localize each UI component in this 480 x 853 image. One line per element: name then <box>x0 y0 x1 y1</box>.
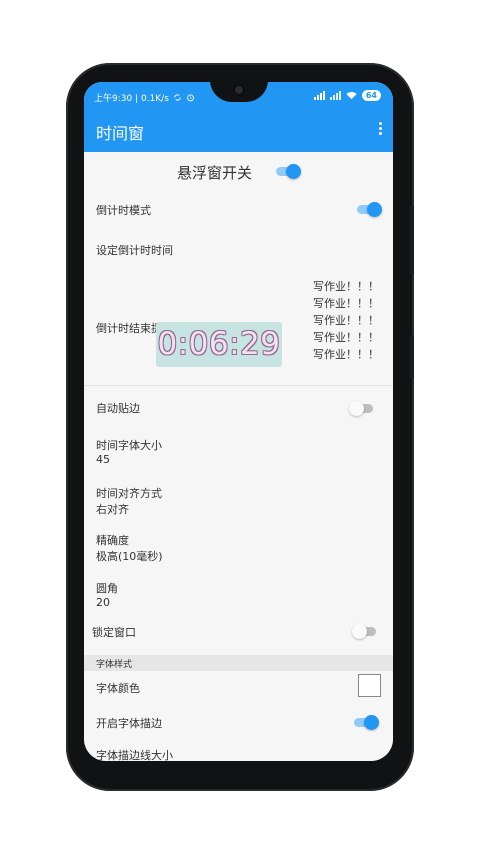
settings-list: 悬浮窗开关 倒计时模式 设定倒计时时间 倒计时结束提示 自动贴边 时间字体大小 … <box>84 152 393 761</box>
precision-label[interactable]: 精确度 <box>96 532 129 548</box>
status-right: 64 <box>313 90 381 101</box>
camera-icon <box>233 84 245 96</box>
battery-icon: 64 <box>361 90 381 101</box>
tip-line: 写作业！！！ <box>313 280 379 293</box>
set-countdown-time-item[interactable]: 设定倒计时时间 <box>96 242 173 258</box>
font-color-swatch[interactable] <box>358 674 381 697</box>
font-size-value: 45 <box>96 453 110 466</box>
tip-line: 写作业！！！ <box>313 348 379 361</box>
front-camera-notch <box>210 82 268 102</box>
countdown-mode-switch[interactable] <box>355 202 382 217</box>
font-color-label: 字体颜色 <box>96 682 140 695</box>
countdown-end-tip-text: 写作业！！！ 写作业！！！ 写作业！！！ 写作业！！！ 写作业！！！ <box>313 278 379 363</box>
app-toolbar: 时间窗 <box>84 110 393 152</box>
tip-line: 写作业！！！ <box>313 331 379 344</box>
auto-snap-switch[interactable] <box>349 401 375 416</box>
power-button <box>410 335 414 379</box>
wifi-icon <box>346 92 357 100</box>
auto-snap-label: 自动贴边 <box>96 402 140 415</box>
app-title: 时间窗 <box>96 124 145 143</box>
signal-icon-2 <box>329 91 341 100</box>
volume-button <box>410 205 414 275</box>
more-options-icon[interactable] <box>375 121 385 139</box>
font-style-section-header: 字体样式 <box>84 655 393 671</box>
status-time: 上午9:30 | 0.1K/s <box>94 94 169 104</box>
status-bar: 上午9:30 | 0.1K/s 64 <box>84 82 393 110</box>
lock-window-label: 锁定窗口 <box>92 626 136 639</box>
section-header-text: 字体样式 <box>96 660 133 670</box>
alarm-icon <box>186 94 194 102</box>
device-mockup: 上午9:30 | 0.1K/s 64 时间窗 悬浮窗开关 倒计时模式 设定倒计时… <box>0 0 480 853</box>
radius-label[interactable]: 圆角 <box>96 580 118 596</box>
float-window-switch[interactable] <box>274 164 301 179</box>
countdown-mode-label: 倒计时模式 <box>96 204 151 217</box>
radius-value: 20 <box>96 596 110 609</box>
signal-icon <box>313 91 325 100</box>
enable-stroke-switch[interactable] <box>352 715 379 730</box>
tip-line: 写作业！！！ <box>313 297 379 310</box>
divider <box>84 385 393 386</box>
status-left: 上午9:30 | 0.1K/s <box>94 91 195 104</box>
stroke-width-label[interactable]: 字体描边线大小 <box>96 747 173 761</box>
enable-stroke-label: 开启字体描边 <box>96 717 162 730</box>
font-size-label[interactable]: 时间字体大小 <box>96 437 162 453</box>
precision-value: 极高(10毫秒) <box>96 550 163 563</box>
align-label[interactable]: 时间对齐方式 <box>96 485 162 501</box>
lock-window-switch[interactable] <box>352 624 378 639</box>
phone-screen: 上午9:30 | 0.1K/s 64 时间窗 悬浮窗开关 倒计时模式 设定倒计时… <box>84 82 393 761</box>
align-value: 右对齐 <box>96 503 129 516</box>
sync-icon <box>174 94 181 101</box>
floating-timer-window[interactable]: 0:06:29 <box>156 322 282 367</box>
tip-line: 写作业！！！ <box>313 314 379 327</box>
float-window-switch-label: 悬浮窗开关 <box>177 164 253 182</box>
